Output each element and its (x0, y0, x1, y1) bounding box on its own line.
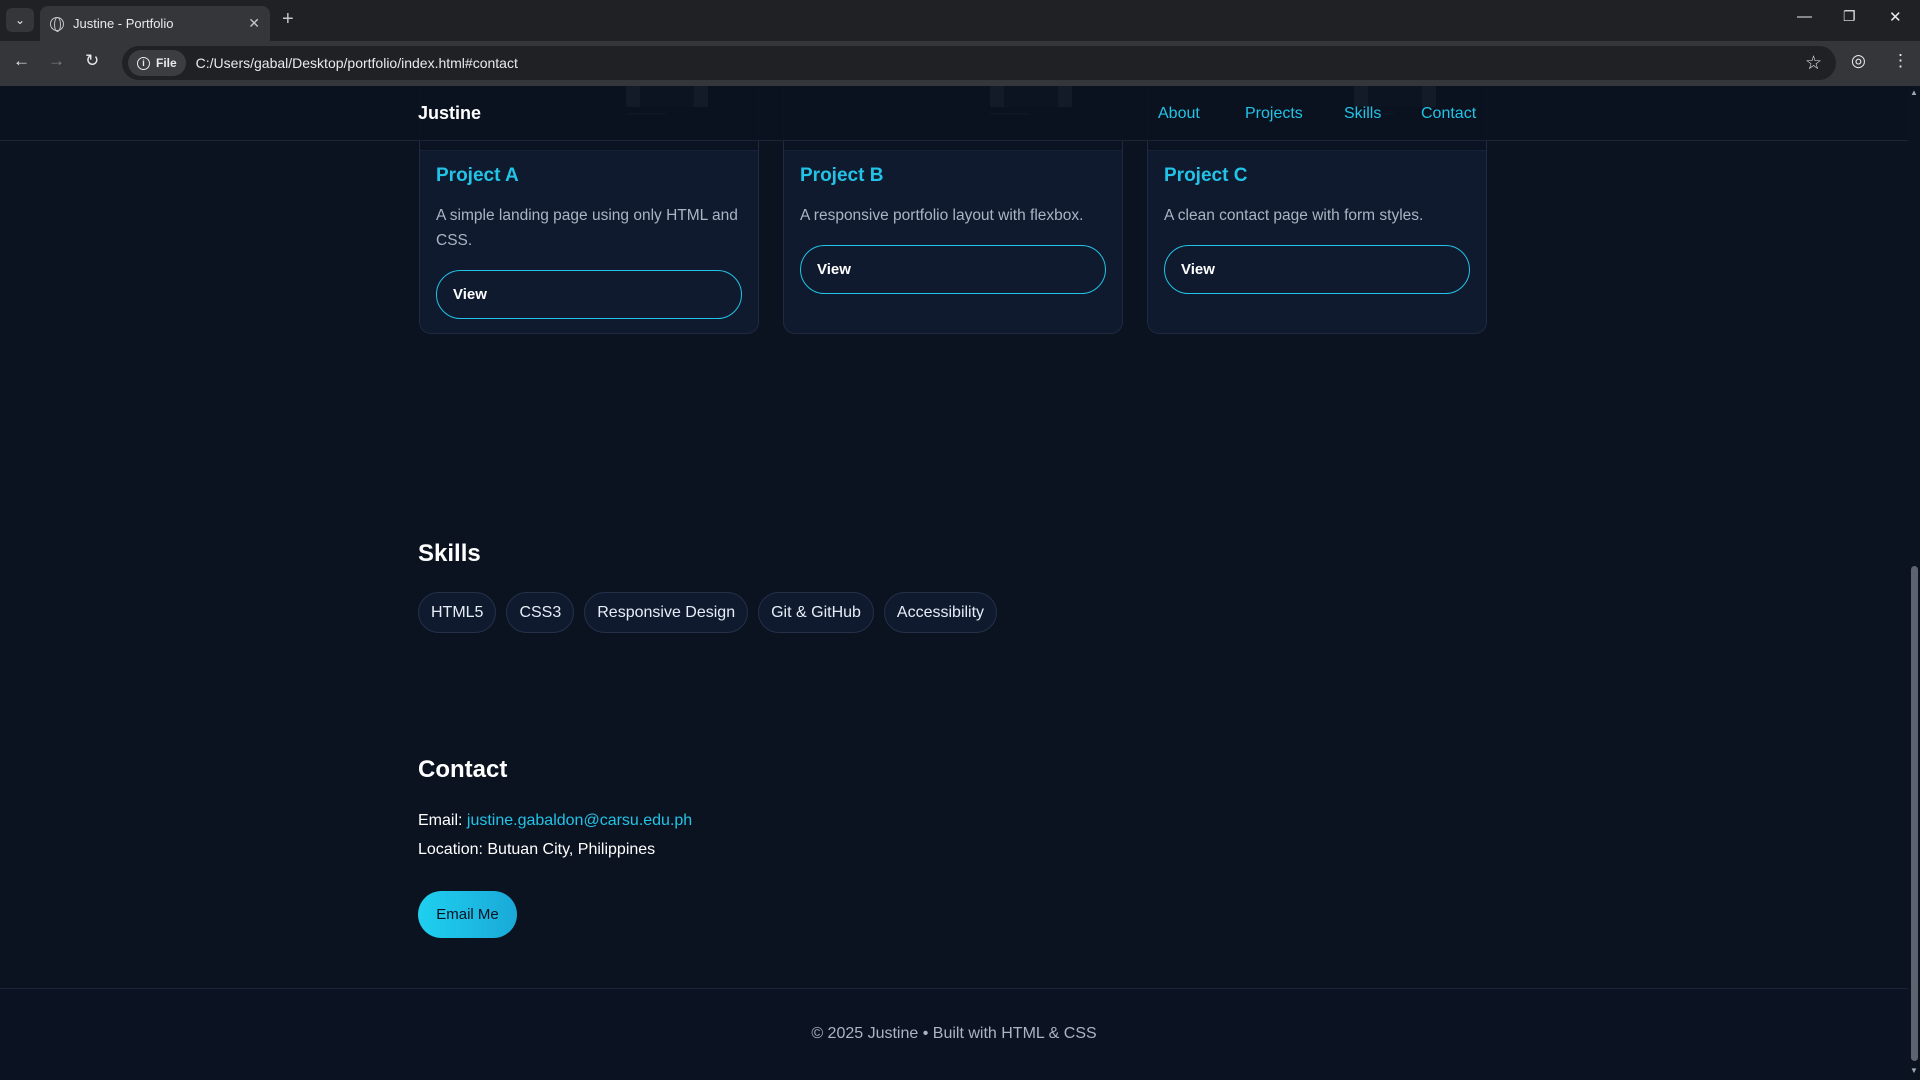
skill-pill: Accessibility (883, 592, 998, 633)
skills-list: HTML5 CSS3 Responsive Design Git & GitHu… (418, 592, 998, 633)
footer-text: © 2025 Justine • Built with HTML & CSS (811, 1025, 1097, 1042)
email-link[interactable]: justine.gabaldon@carsu.edu.ph (467, 812, 692, 829)
reload-icon[interactable]: ↻ (85, 51, 99, 71)
project-description: A responsive portfolio layout with flexb… (800, 207, 1084, 224)
scrollbar-thumb[interactable] (1911, 566, 1918, 1061)
browser-toolbar: ← → ↻ i File C:/Users/gabal/Desktop/port… (0, 41, 1920, 86)
nav-link-about[interactable]: About (1158, 105, 1200, 123)
skill-pill: Responsive Design (584, 592, 749, 633)
nav-link-projects[interactable]: Projects (1245, 105, 1303, 123)
page-viewport: Justine About Projects Skills Contact Pr… (0, 86, 1908, 1080)
email-me-button[interactable]: Email Me (418, 891, 517, 938)
email-label: Email: (418, 812, 463, 829)
project-description: A simple landing page using only HTML an… (436, 207, 738, 249)
browser-tabbar: ⌄ Justine - Portfolio ✕ + — ❐ ✕ (0, 0, 1920, 41)
minimize-icon[interactable]: — (1797, 8, 1812, 25)
tab-close-icon[interactable]: ✕ (248, 15, 260, 32)
forward-arrow-icon[interactable]: → (48, 51, 65, 71)
url-text[interactable]: C:/Users/gabal/Desktop/portfolio/index.h… (196, 55, 518, 71)
project-title: Project A (436, 165, 519, 186)
restore-icon[interactable]: ❐ (1843, 8, 1856, 25)
skills-heading: Skills (418, 540, 481, 567)
profile-icon[interactable]: ◎ (1851, 51, 1866, 71)
back-arrow-icon[interactable]: ← (13, 51, 30, 71)
page-scrollbar[interactable]: ▲ ▼ (1908, 86, 1920, 1080)
skill-pill: HTML5 (418, 592, 497, 633)
site-header: Justine About Projects Skills Contact (0, 86, 1908, 141)
view-project-button[interactable]: View (800, 245, 1106, 294)
contact-email-line: Email: justine.gabaldon@carsu.edu.ph (418, 812, 692, 830)
contact-location: Location: Butuan City, Philippines (418, 841, 656, 858)
view-project-button[interactable]: View (436, 270, 742, 319)
contact-heading: Contact (418, 756, 508, 783)
site-footer: © 2025 Justine • Built with HTML & CSS (0, 988, 1908, 1080)
skill-pill: Git & GitHub (758, 592, 874, 633)
project-title: Project B (800, 165, 884, 186)
browser-tab[interactable]: Justine - Portfolio ✕ (40, 6, 270, 41)
nav-link-skills[interactable]: Skills (1344, 105, 1381, 123)
address-bar[interactable]: i File C:/Users/gabal/Desktop/portfolio/… (122, 46, 1836, 80)
scroll-up-arrow-icon[interactable]: ▲ (1910, 88, 1918, 97)
info-icon: i (137, 56, 150, 70)
scroll-down-arrow-icon[interactable]: ▼ (1910, 1066, 1918, 1075)
bookmark-star-icon[interactable]: ☆ (1805, 52, 1822, 75)
site-info-chip[interactable]: i File (128, 50, 186, 76)
window-close-icon[interactable]: ✕ (1889, 8, 1902, 26)
menu-kebab-icon[interactable]: ⋮ (1892, 51, 1909, 71)
globe-icon (50, 16, 64, 32)
skill-pill: CSS3 (506, 592, 575, 633)
chip-label: File (156, 56, 177, 70)
tab-title: Justine - Portfolio (73, 16, 174, 31)
project-description: A clean contact page with form styles. (1164, 207, 1424, 224)
nav-link-contact[interactable]: Contact (1421, 105, 1476, 123)
project-title: Project C (1164, 165, 1248, 186)
tab-search-chevron-icon[interactable]: ⌄ (6, 8, 34, 32)
view-project-button[interactable]: View (1164, 245, 1470, 294)
new-tab-icon[interactable]: + (282, 8, 294, 30)
site-brand[interactable]: Justine (418, 103, 481, 124)
